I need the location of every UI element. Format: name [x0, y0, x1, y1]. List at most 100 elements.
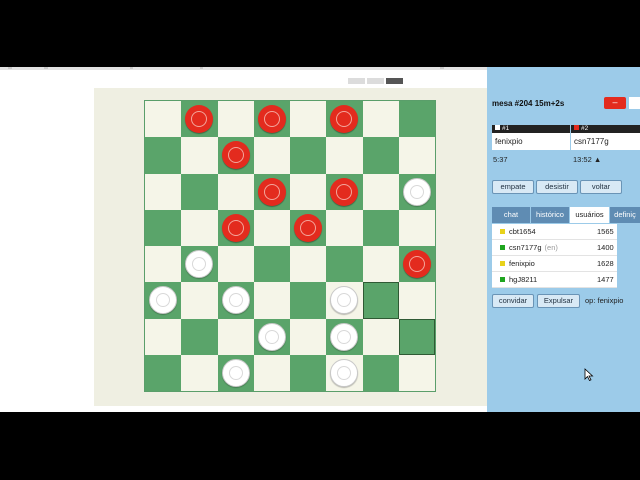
- board-square[interactable]: [181, 246, 218, 283]
- board-square[interactable]: [326, 282, 363, 319]
- white-piece[interactable]: [330, 322, 359, 351]
- board-square[interactable]: [326, 101, 363, 138]
- board-square[interactable]: [145, 101, 182, 138]
- red-piece[interactable]: [294, 213, 322, 242]
- board-square[interactable]: [290, 173, 327, 210]
- board-square[interactable]: [290, 282, 327, 319]
- board-square[interactable]: [181, 173, 218, 210]
- board-square[interactable]: [217, 246, 254, 283]
- red-piece[interactable]: [330, 105, 359, 133]
- tab-users[interactable]: usuários: [570, 207, 609, 223]
- board-square[interactable]: [398, 173, 435, 210]
- white-piece[interactable]: [185, 250, 214, 278]
- page-tab[interactable]: [348, 78, 365, 84]
- board-square[interactable]: [181, 137, 218, 174]
- board-square[interactable]: [362, 318, 399, 355]
- leave-table-button[interactable]: –: [604, 97, 626, 109]
- board-square[interactable]: [145, 246, 182, 283]
- board-square[interactable]: [326, 173, 363, 210]
- red-piece[interactable]: [221, 141, 250, 170]
- draw-button[interactable]: empate: [492, 180, 534, 194]
- board-square[interactable]: [181, 282, 218, 319]
- white-piece[interactable]: [257, 322, 286, 351]
- board-square[interactable]: [145, 173, 182, 210]
- red-piece[interactable]: [330, 177, 359, 206]
- board-square[interactable]: [362, 209, 399, 246]
- user-row[interactable]: hgJ8211 1477: [492, 272, 617, 288]
- board-square[interactable]: [217, 354, 254, 391]
- board-square[interactable]: [253, 282, 290, 319]
- tab-chat[interactable]: chat: [492, 207, 530, 223]
- tab-history[interactable]: histórico: [531, 207, 569, 223]
- board-square[interactable]: [253, 137, 290, 174]
- checkers-board[interactable]: [144, 100, 436, 392]
- board-square[interactable]: [181, 354, 218, 391]
- red-piece[interactable]: [185, 105, 214, 133]
- board-square[interactable]: [362, 137, 399, 174]
- board-square[interactable]: [181, 209, 218, 246]
- white-piece[interactable]: [330, 286, 359, 315]
- board-square[interactable]: [326, 137, 363, 174]
- invite-button[interactable]: convidar: [492, 294, 534, 308]
- board-square[interactable]: [290, 246, 327, 283]
- white-piece[interactable]: [402, 177, 431, 206]
- board-square[interactable]: [398, 318, 435, 355]
- page-tab[interactable]: [367, 78, 384, 84]
- board-square[interactable]: [398, 101, 435, 138]
- user-row[interactable]: cbt1654 1565: [492, 224, 617, 240]
- board-square[interactable]: [181, 101, 218, 138]
- board-square[interactable]: [217, 173, 254, 210]
- page-tab[interactable]: [386, 78, 403, 84]
- board-square[interactable]: [217, 137, 254, 174]
- undo-button[interactable]: voltar: [580, 180, 622, 194]
- board-square[interactable]: [362, 282, 399, 319]
- board-square[interactable]: [145, 209, 182, 246]
- board-square[interactable]: [290, 209, 327, 246]
- board-square[interactable]: [290, 137, 327, 174]
- board-square[interactable]: [398, 282, 435, 319]
- resign-button[interactable]: desistir: [536, 180, 578, 194]
- board-square[interactable]: [145, 354, 182, 391]
- board-square[interactable]: [290, 318, 327, 355]
- board-square[interactable]: [398, 209, 435, 246]
- white-piece[interactable]: [221, 286, 250, 315]
- board-square[interactable]: [398, 137, 435, 174]
- red-piece[interactable]: [257, 177, 286, 206]
- board-square[interactable]: [362, 354, 399, 391]
- board-square[interactable]: [253, 209, 290, 246]
- white-piece[interactable]: [221, 358, 250, 387]
- board-square[interactable]: [217, 318, 254, 355]
- kick-button[interactable]: Expulsar: [537, 294, 580, 308]
- board-square[interactable]: [326, 246, 363, 283]
- board-square[interactable]: [253, 318, 290, 355]
- white-piece[interactable]: [149, 286, 177, 315]
- board-square[interactable]: [290, 101, 327, 138]
- board-square[interactable]: [362, 246, 399, 283]
- red-piece[interactable]: [257, 105, 286, 133]
- board-square[interactable]: [326, 209, 363, 246]
- board-square[interactable]: [181, 318, 218, 355]
- board-square[interactable]: [253, 246, 290, 283]
- board-square[interactable]: [217, 209, 254, 246]
- board-square[interactable]: [253, 101, 290, 138]
- red-piece[interactable]: [402, 250, 431, 278]
- board-square[interactable]: [217, 282, 254, 319]
- board-square[interactable]: [362, 173, 399, 210]
- board-square[interactable]: [145, 282, 182, 319]
- user-row[interactable]: csn7177g (en) 1400: [492, 240, 617, 256]
- board-square[interactable]: [145, 318, 182, 355]
- board-square[interactable]: [326, 354, 363, 391]
- board-square[interactable]: [253, 173, 290, 210]
- board-square[interactable]: [253, 354, 290, 391]
- board-square[interactable]: [398, 354, 435, 391]
- board-square[interactable]: [326, 318, 363, 355]
- white-piece[interactable]: [330, 358, 359, 387]
- board-square[interactable]: [217, 101, 254, 138]
- red-piece[interactable]: [221, 213, 250, 242]
- tab-settings[interactable]: definiç: [610, 207, 640, 223]
- board-square[interactable]: [362, 101, 399, 138]
- board-square[interactable]: [398, 246, 435, 283]
- user-row[interactable]: fenixpio 1628: [492, 256, 617, 272]
- board-square[interactable]: [290, 354, 327, 391]
- board-square[interactable]: [145, 137, 182, 174]
